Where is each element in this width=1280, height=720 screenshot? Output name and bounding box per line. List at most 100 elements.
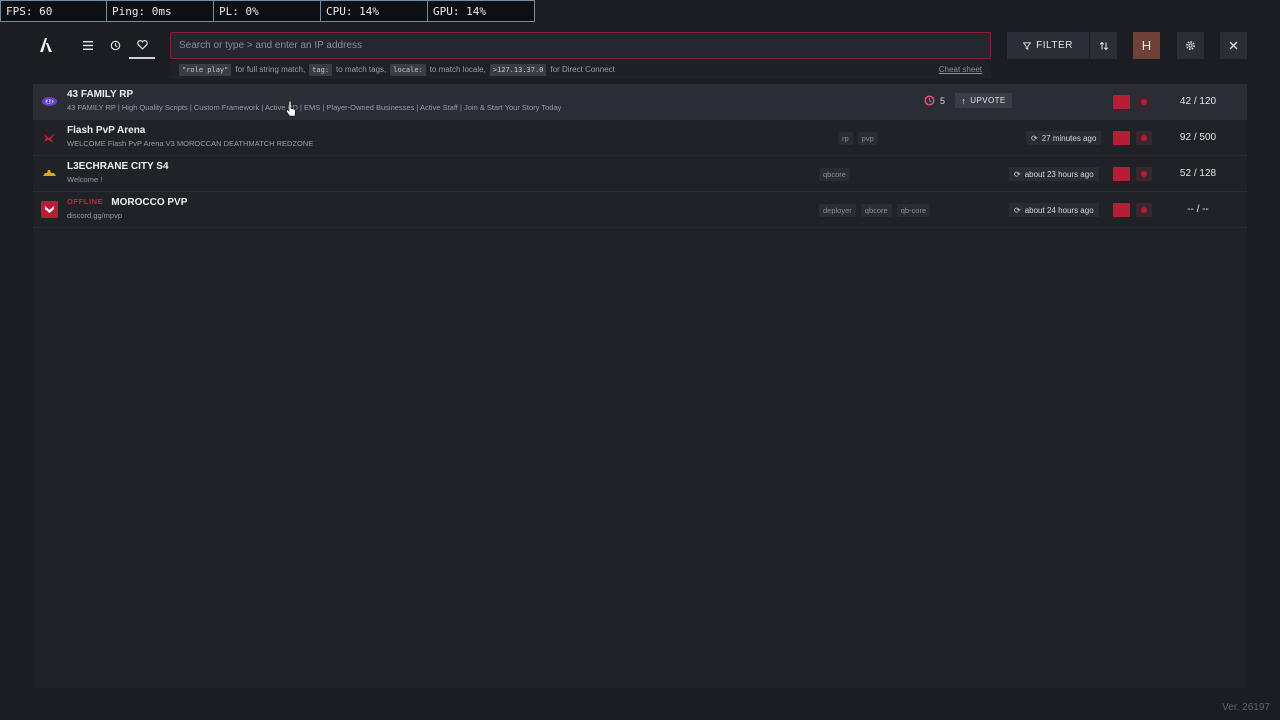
close-icon bbox=[1229, 41, 1238, 50]
favorites-button[interactable] bbox=[133, 36, 151, 54]
hint-code: "role play" bbox=[179, 63, 232, 76]
filter-label: FILTER bbox=[1036, 40, 1073, 51]
cpu-readout: CPU: 14% bbox=[321, 0, 428, 22]
last-seen: ⟳ about 24 hours ago bbox=[1009, 203, 1099, 217]
clock-icon: ⟳ bbox=[1031, 133, 1038, 143]
server-description: discord.gg/mpvp bbox=[67, 211, 123, 220]
tag[interactable]: rp bbox=[838, 132, 853, 145]
heart-icon bbox=[1141, 99, 1147, 105]
heart-icon bbox=[1141, 207, 1147, 213]
sort-icon bbox=[1099, 41, 1108, 50]
boost-icon bbox=[924, 95, 935, 106]
active-tab-indicator bbox=[129, 57, 155, 59]
history-icon bbox=[110, 40, 120, 50]
server-description: WELCOME Flash PvP Arena V3 MOROCCAN DEAT… bbox=[67, 139, 314, 148]
settings-button[interactable] bbox=[1177, 32, 1204, 59]
connect-button[interactable] bbox=[1113, 131, 1130, 145]
mouse-cursor-icon bbox=[285, 100, 296, 117]
packet-loss-readout: PL: 0% bbox=[214, 0, 321, 22]
heart-icon bbox=[1141, 171, 1147, 177]
search-hints: "role play" for full string match, tag: … bbox=[170, 60, 991, 79]
hint-code: >127.13.37.0 bbox=[489, 63, 547, 76]
last-seen: ⟳ 27 minutes ago bbox=[1026, 131, 1102, 145]
filter-icon bbox=[1023, 41, 1032, 50]
server-icon bbox=[41, 165, 58, 182]
server-tags: deployer qbcore qb-core bbox=[819, 204, 931, 217]
server-tags: qbcore bbox=[819, 168, 850, 181]
arrow-up-icon: ↑ bbox=[961, 95, 967, 106]
hint-text: for full string match, bbox=[235, 65, 306, 74]
last-seen-text: about 23 hours ago bbox=[1024, 169, 1094, 179]
tag[interactable]: pvp bbox=[857, 132, 878, 145]
server-icon: 43 bbox=[41, 93, 58, 110]
player-count: 42 / 120 bbox=[1179, 96, 1217, 107]
menu-icon bbox=[83, 40, 93, 50]
boost-value: 5 bbox=[940, 95, 946, 106]
ping-readout: Ping: 0ms bbox=[107, 0, 214, 22]
performance-overlay: FPS: 60 Ping: 0ms PL: 0% CPU: 14% GPU: 1… bbox=[0, 0, 535, 22]
tag[interactable]: qbcore bbox=[819, 168, 850, 181]
upvote-label: UPVOTE bbox=[970, 96, 1006, 105]
favorite-toggle[interactable] bbox=[1136, 203, 1152, 217]
last-seen: ⟳ about 23 hours ago bbox=[1009, 167, 1099, 181]
clock-icon: ⟳ bbox=[1014, 169, 1021, 179]
server-logo-icon bbox=[41, 201, 58, 218]
player-count: 92 / 500 bbox=[1179, 132, 1217, 143]
server-row[interactable]: Flash PvP Arena WELCOME Flash PvP Arena … bbox=[33, 120, 1247, 156]
last-seen-text: about 24 hours ago bbox=[1024, 205, 1094, 215]
cheat-sheet-link[interactable]: Cheat sheet bbox=[939, 65, 982, 74]
connect-button[interactable] bbox=[1113, 203, 1130, 217]
favorite-toggle[interactable] bbox=[1136, 167, 1152, 181]
server-name: Flash PvP Arena bbox=[67, 125, 146, 136]
server-name: OFFLINE MOROCCO PVP bbox=[67, 197, 187, 208]
search-box[interactable] bbox=[170, 32, 991, 59]
server-name-text: MOROCCO PVP bbox=[111, 197, 188, 208]
search-input[interactable] bbox=[179, 40, 982, 51]
player-count: 52 / 128 bbox=[1179, 168, 1217, 179]
server-description: Welcome ! bbox=[67, 175, 103, 184]
last-seen-text: 27 minutes ago bbox=[1041, 133, 1097, 143]
server-row[interactable]: OFFLINE MOROCCO PVP discord.gg/mpvp deplo… bbox=[33, 192, 1247, 228]
server-icon bbox=[41, 129, 58, 146]
server-description: 43 FAMILY RP | High Quality Scripts | Cu… bbox=[67, 103, 562, 112]
sort-button[interactable] bbox=[1090, 32, 1117, 59]
tag[interactable]: qbcore bbox=[860, 204, 892, 217]
version-label: Ver. 26197 bbox=[1222, 702, 1270, 713]
tag[interactable]: deployer bbox=[819, 204, 856, 217]
server-name: L3ECHRANE CITY S4 bbox=[67, 161, 169, 172]
favorite-toggle[interactable] bbox=[1136, 131, 1152, 145]
fivem-logo-icon bbox=[40, 38, 52, 52]
boost-count: 5 bbox=[924, 95, 945, 106]
tag[interactable]: qb-core bbox=[896, 204, 931, 217]
player-count: -- / -- bbox=[1187, 204, 1209, 215]
server-tags: rp pvp bbox=[838, 132, 878, 145]
server-icon bbox=[41, 201, 58, 218]
hint-text: to match tags, bbox=[336, 65, 387, 74]
hint-text: for Direct Connect bbox=[550, 65, 615, 74]
gear-icon bbox=[1186, 41, 1195, 50]
server-row[interactable]: 43 43 FAMILY RP 43 FAMILY RP | High Qual… bbox=[33, 84, 1247, 120]
connect-button[interactable] bbox=[1113, 167, 1130, 181]
close-button[interactable] bbox=[1220, 32, 1247, 59]
server-list[interactable]: 43 43 FAMILY RP 43 FAMILY RP | High Qual… bbox=[33, 84, 1247, 688]
server-logo-icon bbox=[44, 133, 55, 143]
server-row[interactable]: L3ECHRANE CITY S4 Welcome ! qbcore ⟳ abo… bbox=[33, 156, 1247, 192]
menu-button[interactable] bbox=[79, 36, 97, 54]
server-logo-icon bbox=[43, 170, 56, 176]
favorite-toggle[interactable] bbox=[1136, 95, 1152, 109]
connect-button[interactable] bbox=[1113, 95, 1130, 109]
hint-code: tag: bbox=[309, 63, 333, 76]
user-avatar[interactable]: H bbox=[1133, 32, 1160, 59]
svg-text:43: 43 bbox=[47, 99, 53, 105]
history-button[interactable] bbox=[106, 36, 124, 54]
gpu-readout: GPU: 14% bbox=[428, 0, 535, 22]
hint-code: locale: bbox=[390, 63, 426, 76]
filter-button[interactable]: FILTER bbox=[1007, 32, 1089, 59]
clock-icon: ⟳ bbox=[1014, 205, 1021, 215]
offline-badge: OFFLINE bbox=[67, 197, 104, 206]
upvote-button[interactable]: ↑ UPVOTE bbox=[955, 93, 1012, 108]
heart-icon bbox=[1141, 135, 1147, 141]
app-logo[interactable] bbox=[37, 36, 55, 54]
server-name: 43 FAMILY RP bbox=[67, 89, 134, 100]
hint-text: to match locale, bbox=[429, 65, 486, 74]
